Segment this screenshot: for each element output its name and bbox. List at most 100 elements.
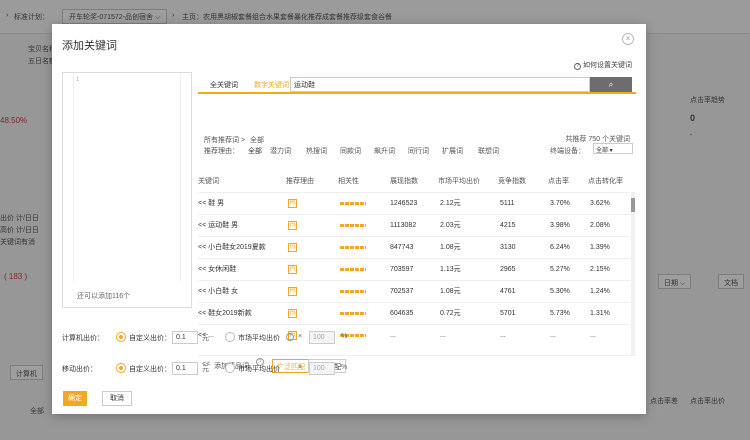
mobile-custom-radio[interactable] bbox=[116, 363, 126, 373]
hot-badge-icon: 热 bbox=[288, 220, 297, 230]
ok-button[interactable]: 确定 bbox=[63, 391, 87, 406]
filter-reason-potential[interactable]: 潜力词 bbox=[270, 146, 291, 156]
row-impressions: 702537 bbox=[390, 288, 414, 295]
table-row: << 鞋 男 热 1246523 2.12元 5111 3.70% 3.62% bbox=[198, 192, 630, 214]
col-avg-bid[interactable]: 市场平均出价 bbox=[438, 172, 480, 192]
filter-reason-assoc[interactable]: 联想词 bbox=[478, 146, 499, 156]
keyword-search-input[interactable]: 运动鞋 bbox=[290, 77, 590, 92]
row-ctr: 5.73% bbox=[550, 310, 570, 317]
row-reason: 热 bbox=[288, 193, 297, 215]
tab-all-keywords[interactable]: 全关键词 bbox=[204, 76, 244, 92]
mobile-custom-label: 自定义出价： bbox=[129, 366, 171, 373]
question-icon: ? bbox=[286, 333, 294, 341]
filter-row2-label: 推荐理由： bbox=[204, 148, 239, 155]
row-keyword[interactable]: << 小白鞋女2019夏款 bbox=[198, 237, 266, 259]
keyword-recommend-panel: 全关键词 数字关键词 运动鞋 ⌕ 所有推荐词 > 全部 推荐理由： 全部 潜力词… bbox=[198, 72, 636, 375]
row-competition: 4761 bbox=[500, 288, 516, 295]
row-cvr: 1.31% bbox=[590, 310, 610, 317]
cancel-button[interactable]: 取消 bbox=[102, 391, 132, 406]
hot-badge-icon: 热 bbox=[288, 242, 297, 252]
row-competition: 5111 bbox=[500, 200, 515, 207]
selected-keywords-panel: 1 还可以添加116个 bbox=[62, 72, 192, 308]
row-reason: 热 bbox=[288, 303, 297, 325]
col-relevance[interactable]: 相关性 bbox=[338, 172, 359, 192]
add-keyword-modal: 添加关键词 × ? 如何设置关键词 1 还可以添加116个 全关键词 数字关键词… bbox=[52, 24, 646, 414]
row-avg-bid: 2.03元 bbox=[440, 222, 461, 229]
pc-percent-input[interactable]: 100 bbox=[309, 331, 335, 344]
row-ctr: 5.27% bbox=[550, 266, 570, 273]
filter-reason-peer[interactable]: 同行词 bbox=[408, 146, 429, 156]
filter-reason-extend[interactable]: 扩展词 bbox=[442, 146, 463, 156]
row-keyword[interactable]: << 运动鞋 男 bbox=[198, 215, 238, 237]
relevance-bar bbox=[340, 303, 366, 325]
line-number: 1 bbox=[76, 77, 80, 83]
row-cvr: 2.08% bbox=[590, 222, 610, 229]
hot-badge-icon: 热 bbox=[288, 286, 297, 296]
pc-market-label: 市场平均出价 bbox=[238, 335, 280, 342]
col-reason: 推荐理由 bbox=[286, 178, 314, 185]
row-keyword[interactable]: << 鞋 男 bbox=[198, 193, 224, 215]
mobile-percent-input[interactable]: 100 bbox=[309, 362, 335, 375]
pc-custom-input[interactable]: 0.1 bbox=[172, 331, 198, 344]
row-reason: 热 bbox=[288, 215, 297, 237]
table-row: << 小白鞋 女 热 702537 1.08元 4761 5.30% 1.24% bbox=[198, 280, 630, 302]
col-ctr[interactable]: 点击率 bbox=[548, 172, 569, 192]
filter-row1-label: 所有推荐词 > bbox=[204, 137, 246, 144]
row-ctr: 3.98% bbox=[550, 222, 570, 229]
row-impressions: 1113082 bbox=[390, 222, 417, 229]
row-ctr: 3.70% bbox=[550, 200, 570, 207]
row-avg-bid: 1.13元 bbox=[440, 266, 461, 273]
col-cvr[interactable]: 点击转化率 bbox=[588, 172, 623, 192]
pc-percent-unit: % bbox=[341, 333, 348, 340]
relevance-bar bbox=[340, 237, 366, 259]
col-impressions[interactable]: 展现指数 bbox=[390, 172, 418, 192]
row-impressions: 604635 bbox=[390, 310, 414, 317]
row-keyword[interactable]: << 女休闲鞋 bbox=[198, 259, 236, 281]
row-competition: 5701 bbox=[500, 310, 516, 317]
row-reason: 热 bbox=[288, 259, 297, 281]
filter-reason-rising[interactable]: 飙升词 bbox=[374, 146, 395, 156]
mobile-market-radio[interactable] bbox=[225, 363, 235, 373]
selected-keywords-list[interactable]: 1 bbox=[73, 73, 181, 281]
relevance-bar bbox=[340, 193, 366, 215]
table-row: << 女休闲鞋 热 703597 1.13元 2965 5.27% 2.15% bbox=[198, 258, 630, 280]
relevance-bar bbox=[340, 259, 366, 281]
row-reason: 热 bbox=[288, 237, 297, 259]
row-avg-bid: 2.12元 bbox=[440, 200, 461, 207]
table-row: << 小白鞋女2019夏款 热 847743 1.08元 3130 6.24% … bbox=[198, 236, 630, 258]
row-ctr: 6.24% bbox=[550, 244, 570, 251]
pc-market-radio[interactable] bbox=[225, 332, 235, 342]
row-keyword[interactable]: << 小白鞋 女 bbox=[198, 281, 238, 303]
filter-reason-all[interactable]: 全部 bbox=[248, 146, 262, 156]
row-competition: 3130 bbox=[500, 244, 516, 251]
row-cvr: 2.15% bbox=[590, 266, 610, 273]
table-row: << 运动鞋 男 热 1113082 2.03元 4215 3.98% 2.08… bbox=[198, 214, 630, 236]
pc-custom-radio[interactable] bbox=[116, 332, 126, 342]
close-icon[interactable]: × bbox=[622, 33, 634, 45]
how-to-set-keywords-link[interactable]: ? 如何设置关键词 bbox=[574, 60, 632, 70]
search-icon[interactable]: ⌕ bbox=[590, 77, 632, 92]
keyword-tabs: 全关键词 数字关键词 运动鞋 ⌕ bbox=[198, 76, 636, 94]
row-impressions: 847743 bbox=[390, 244, 414, 251]
modal-title: 添加关键词 bbox=[62, 40, 117, 52]
filter-reason-same[interactable]: 同款词 bbox=[340, 146, 361, 156]
tab-number-keywords[interactable]: 数字关键词 bbox=[248, 76, 295, 92]
row-avg-bid: 1.08元 bbox=[440, 244, 461, 251]
table-scrollbar[interactable] bbox=[631, 192, 635, 355]
row-reason: 热 bbox=[288, 281, 297, 303]
device-label: 终端设备： bbox=[550, 148, 585, 155]
row-ctr: 5.30% bbox=[550, 288, 570, 295]
col-keyword: 关键词 bbox=[198, 178, 219, 185]
mobile-bid-row: 移动出价： 自定义出价： 0.1 元 市场平均出价 × 100 % bbox=[62, 362, 622, 376]
filter-reason-hot[interactable]: 热搜词 bbox=[306, 146, 327, 156]
mobile-multiply: × bbox=[298, 364, 303, 371]
relevance-bar bbox=[340, 215, 366, 237]
row-keyword[interactable]: << 鞋女2019新款 bbox=[198, 303, 252, 325]
relevance-bar bbox=[340, 281, 366, 303]
pc-custom-label: 自定义出价： bbox=[129, 335, 171, 342]
mobile-custom-input[interactable]: 0.1 bbox=[172, 362, 198, 375]
help-icon: ? bbox=[574, 63, 582, 70]
col-competition[interactable]: 竞争指数 bbox=[498, 172, 526, 192]
device-select[interactable]: 全部 ▾ bbox=[593, 143, 633, 154]
scroll-thumb[interactable] bbox=[631, 198, 635, 212]
